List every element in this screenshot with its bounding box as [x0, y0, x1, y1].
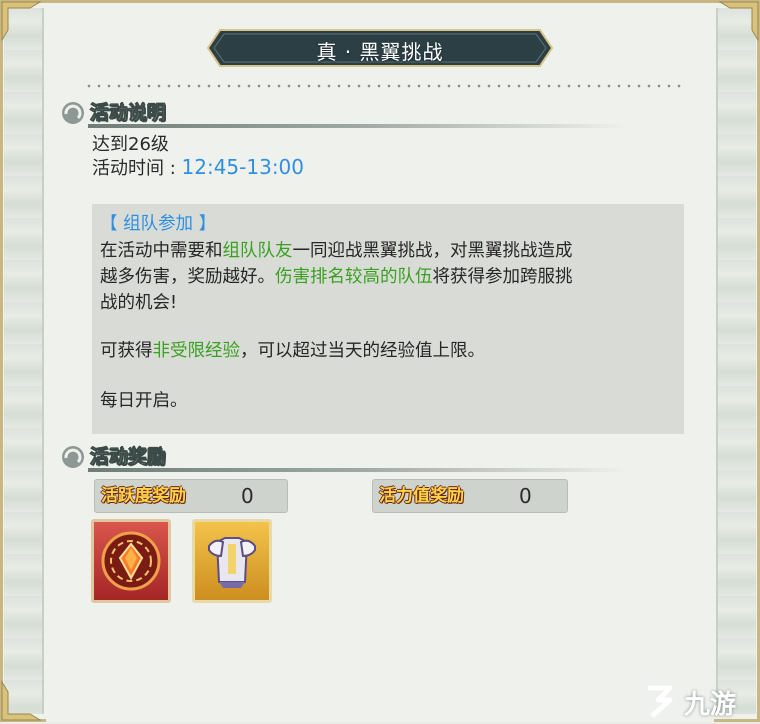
vitality-reward-value: 0 — [519, 480, 532, 512]
section-title: 活动说明 — [90, 98, 166, 125]
desc-highlight: 组队队友 — [223, 241, 293, 261]
activity-reward-value: 0 — [241, 480, 254, 512]
desc-line: 越多伤害，奖励越好。伤害排名较高的队伍将获得参加跨服挑 — [100, 263, 573, 288]
section-header-reward: 活动奖励 — [60, 440, 660, 474]
section-title: 活动奖励 — [90, 442, 166, 469]
watermark: 九游 — [640, 680, 750, 720]
activity-reward-label: 活跃度奖励 — [95, 480, 192, 512]
reward-item-fire-gem[interactable] — [91, 519, 171, 603]
right-ornament-border — [716, 8, 756, 714]
left-ornament-border — [4, 8, 44, 714]
description-box: 【 组队参加 】 在活动中需要和组队队友一同迎战黑翼挑战，对黑翼挑战造成 越多伤… — [92, 204, 684, 434]
title-banner: 真 · 黑翼挑战 — [206, 28, 554, 68]
activity-reward-pill: 活跃度奖励 0 — [94, 479, 288, 513]
desc-line: 战的机会! — [100, 289, 177, 314]
corner-ornament-icon — [718, 0, 760, 42]
team-tag: 【 组队参加 】 — [100, 210, 216, 235]
desc-text: ，可以超过当天的经验值上限。 — [240, 341, 485, 361]
armor-icon — [195, 522, 269, 600]
desc-text: 可获得 — [100, 341, 153, 361]
desc-text: 将获得参加跨服挑 — [433, 267, 573, 287]
time-label: 活动时间 : — [92, 158, 182, 179]
vitality-reward-pill: 活力值奖励 0 — [372, 479, 568, 513]
time-value: 12:45-13:00 — [182, 155, 305, 179]
desc-text: 越多伤害，奖励越好。 — [100, 267, 275, 287]
page-title: 真 · 黑翼挑战 — [206, 36, 554, 65]
swirl-icon — [60, 444, 86, 470]
activity-time: 活动时间 : 12:45-13:00 — [92, 154, 304, 180]
section-underline — [88, 468, 628, 472]
section-header-info: 活动说明 — [60, 96, 660, 130]
desc-highlight: 伤害排名较高的队伍 — [275, 267, 433, 287]
desc-line: 在活动中需要和组队队友一同迎战黑翼挑战，对黑翼挑战造成 — [100, 237, 573, 262]
section-underline — [88, 124, 628, 128]
desc-highlight: 非受限经验 — [153, 341, 241, 361]
watermark-logo-icon — [640, 680, 680, 720]
desc-line: 可获得非受限经验，可以超过当天的经验值上限。 — [100, 337, 485, 362]
desc-text: 一同迎战黑翼挑战，对黑翼挑战造成 — [293, 241, 573, 261]
corner-ornament-icon — [0, 680, 42, 722]
vitality-reward-label: 活力值奖励 — [373, 480, 470, 512]
corner-ornament-icon — [0, 0, 42, 42]
swirl-icon — [60, 100, 86, 126]
fire-gem-icon — [94, 522, 168, 600]
watermark-text: 九游 — [684, 684, 736, 721]
desc-text: 在活动中需要和 — [100, 241, 223, 261]
dotted-divider — [84, 84, 684, 88]
reward-item-armor[interactable] — [192, 519, 272, 603]
desc-line: 每日开启。 — [100, 387, 188, 412]
level-requirement: 达到26级 — [92, 130, 169, 156]
